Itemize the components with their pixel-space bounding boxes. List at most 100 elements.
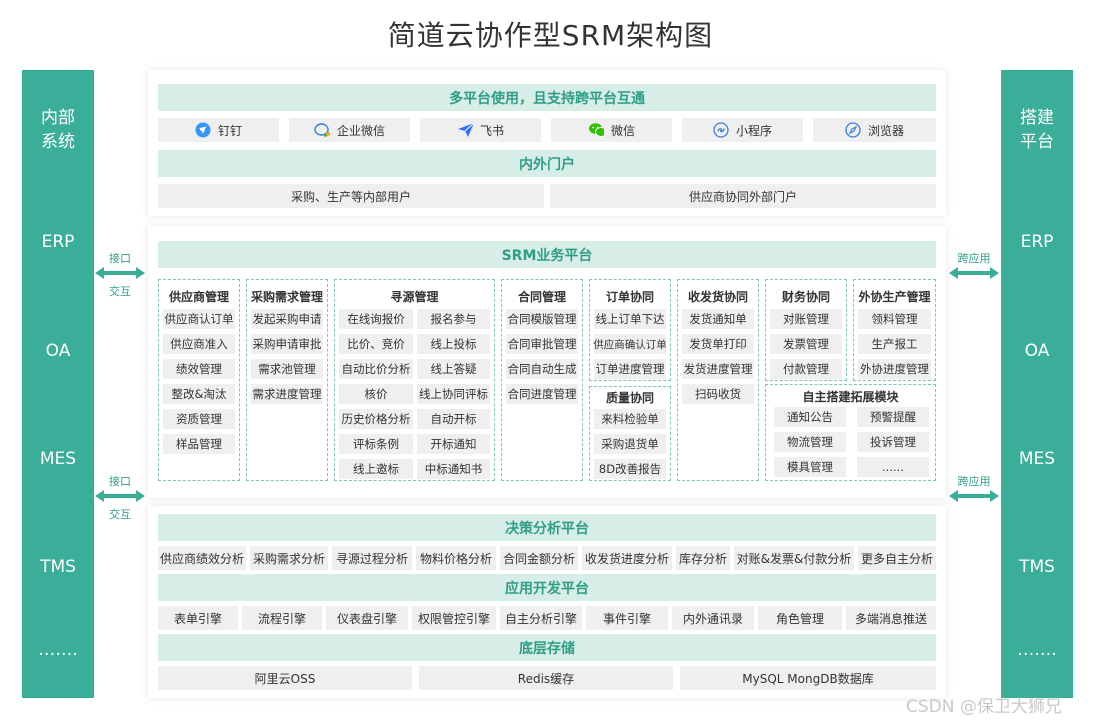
double-arrow-icon xyxy=(95,267,145,279)
module-title: 外协生产管理 xyxy=(858,290,931,304)
right-item-mes: MES xyxy=(1018,449,1056,469)
double-arrow-icon xyxy=(949,490,999,502)
connector-label: 接口 xyxy=(109,252,131,265)
left-item-more: ……. xyxy=(38,640,78,660)
storage-item: Redis缓存 xyxy=(419,666,673,690)
external-portal: 供应商协同外部门户 xyxy=(550,184,936,208)
module-item: 发票管理 xyxy=(770,334,842,354)
connector-label: 跨应用 xyxy=(957,475,991,488)
decision-item: 合同金额分析 xyxy=(500,546,578,570)
module-custom-extension: 自主搭建拓展模块 通知公告 预警提醒 物流管理 投诉管理 模具管理 ...... xyxy=(765,384,936,481)
module-item: 合同审批管理 xyxy=(506,334,578,354)
module-item: 8D改善报告 xyxy=(594,459,666,479)
module-item: 供应商认订单 xyxy=(163,309,235,329)
wechat-icon xyxy=(588,122,604,138)
module-title: 供应商管理 xyxy=(168,290,229,304)
decision-item: 供应商绩效分析 xyxy=(158,546,246,570)
appdev-item: 角色管理 xyxy=(758,606,842,630)
module-item: 线上投标 xyxy=(417,334,490,354)
decision-item: 物料价格分析 xyxy=(416,546,496,570)
module-item: 需求进度管理 xyxy=(251,384,323,404)
left-item-tms: TMS xyxy=(40,557,76,577)
multi-platform-header: 多平台使用，且支持跨平台互通 xyxy=(158,84,936,111)
srm-header: SRM业务平台 xyxy=(158,241,936,268)
module-item: 预警提醒 xyxy=(857,407,929,427)
platform-wechat: 微信 xyxy=(551,118,672,142)
platform-browser: 浏览器 xyxy=(813,118,936,142)
browser-icon xyxy=(845,122,861,138)
module-item: 资质管理 xyxy=(163,409,235,429)
double-arrow-icon xyxy=(95,490,145,502)
module-title: 订单协同 xyxy=(605,290,654,304)
module-item: 自动开标 xyxy=(417,409,490,429)
connector-label: 接口 xyxy=(109,475,131,488)
module-item: 评标条例 xyxy=(339,434,413,454)
module-item: 供应商确认订单 xyxy=(593,334,667,354)
left-item-erp: ERP xyxy=(41,232,75,252)
module-item: 领料管理 xyxy=(858,309,931,329)
platform-label: 浏览器 xyxy=(867,123,904,138)
wecom-icon xyxy=(314,122,330,138)
module-title: 采购需求管理 xyxy=(250,290,323,304)
appdev-item: 多端消息推送 xyxy=(846,606,936,630)
module-item: 比价、竞价 xyxy=(339,334,413,354)
module-item: 合同自动生成 xyxy=(506,359,578,379)
module-outsource: 外协生产管理 领料管理 生产报工 外协进度管理 xyxy=(853,279,936,381)
build-platform-column: 搭建 平台 ERP OA MES TMS ……. xyxy=(1001,70,1073,698)
module-item: 合同进度管理 xyxy=(506,384,578,404)
storage-item: 阿里云OSS xyxy=(158,666,412,690)
module-item: 订单进度管理 xyxy=(594,359,666,379)
module-item: 线上协同评标 xyxy=(417,384,490,404)
module-item: 物流管理 xyxy=(774,432,846,452)
left-connector-bottom: 接口 交互 xyxy=(94,473,146,523)
module-order: 订单协同 线上订单下达 供应商确认订单 订单进度管理 xyxy=(589,279,671,381)
module-item: 采购退货单 xyxy=(594,434,666,454)
platform-label: 钉钉 xyxy=(217,123,242,138)
right-connector-bottom: 跨应用 xyxy=(948,473,1000,509)
platform-feishu: 飞书 xyxy=(420,118,541,142)
internal-systems-column: 内部 系统 ERP OA MES TMS ……. xyxy=(22,70,94,698)
module-item: 扫码收货 xyxy=(682,384,754,404)
decision-item: 寻源过程分析 xyxy=(332,546,412,570)
right-item-tms: TMS xyxy=(1019,557,1055,577)
module-title: 自主搭建拓展模块 xyxy=(802,390,899,404)
module-quality: 质量协同 来料检验单 采购退货单 8D改善报告 xyxy=(589,386,671,481)
module-item: 线上邀标 xyxy=(339,459,413,479)
module-delivery: 收发货协同 发货通知单 发货单打印 发货进度管理 扫码收货 xyxy=(677,279,759,481)
module-item: 核价 xyxy=(339,384,413,404)
storage-header: 底层存储 xyxy=(158,634,936,661)
module-item: 绩效管理 xyxy=(163,359,235,379)
appdev-item: 内外通讯录 xyxy=(672,606,754,630)
left-item-mes: MES xyxy=(39,449,77,469)
right-item-erp: ERP xyxy=(1020,232,1054,252)
module-item: 线上答疑 xyxy=(417,359,490,379)
platform-dingtalk: 钉钉 xyxy=(158,118,279,142)
internal-portal: 采购、生产等内部用户 xyxy=(158,184,544,208)
watermark: CSDN @保卫大狮兄 xyxy=(906,697,1062,717)
double-arrow-icon xyxy=(949,267,999,279)
module-sourcing: 寻源管理 在线询报价 报名参与 比价、竞价 线上投标 自动比价分析 线上答疑 核… xyxy=(334,279,495,481)
module-item: ...... xyxy=(857,457,929,477)
right-item-more: ……. xyxy=(1017,640,1057,660)
platform-label: 飞书 xyxy=(479,123,504,138)
decision-analysis-header: 决策分析平台 xyxy=(158,514,936,541)
decision-item: 对账&发票&付款分析 xyxy=(734,546,854,570)
module-item: 模具管理 xyxy=(774,457,846,477)
module-demand: 采购需求管理 发起采购申请 采购申请审批 需求池管理 需求进度管理 xyxy=(246,279,328,481)
platform-miniprogram: 小程序 xyxy=(682,118,803,142)
module-item: 整改&淘汰 xyxy=(163,384,235,404)
decision-item: 更多自主分析 xyxy=(858,546,936,570)
appdev-item: 自主分析引擎 xyxy=(500,606,582,630)
module-item: 开标通知 xyxy=(417,434,490,454)
appdev-item: 表单引擎 xyxy=(158,606,238,630)
miniprogram-icon xyxy=(713,122,729,138)
module-item: 线上订单下达 xyxy=(594,309,666,329)
module-item: 在线询报价 xyxy=(339,309,413,329)
foundation-layer-panel: 决策分析平台 供应商绩效分析 采购需求分析 寻源过程分析 物料价格分析 合同金额… xyxy=(148,506,946,698)
module-item: 中标通知书 xyxy=(417,459,490,479)
decision-item: 采购需求分析 xyxy=(250,546,328,570)
module-item: 付款管理 xyxy=(770,359,842,379)
platform-label: 企业微信 xyxy=(336,123,385,138)
module-item: 样品管理 xyxy=(163,434,235,454)
module-item: 自动比价分析 xyxy=(339,359,413,379)
